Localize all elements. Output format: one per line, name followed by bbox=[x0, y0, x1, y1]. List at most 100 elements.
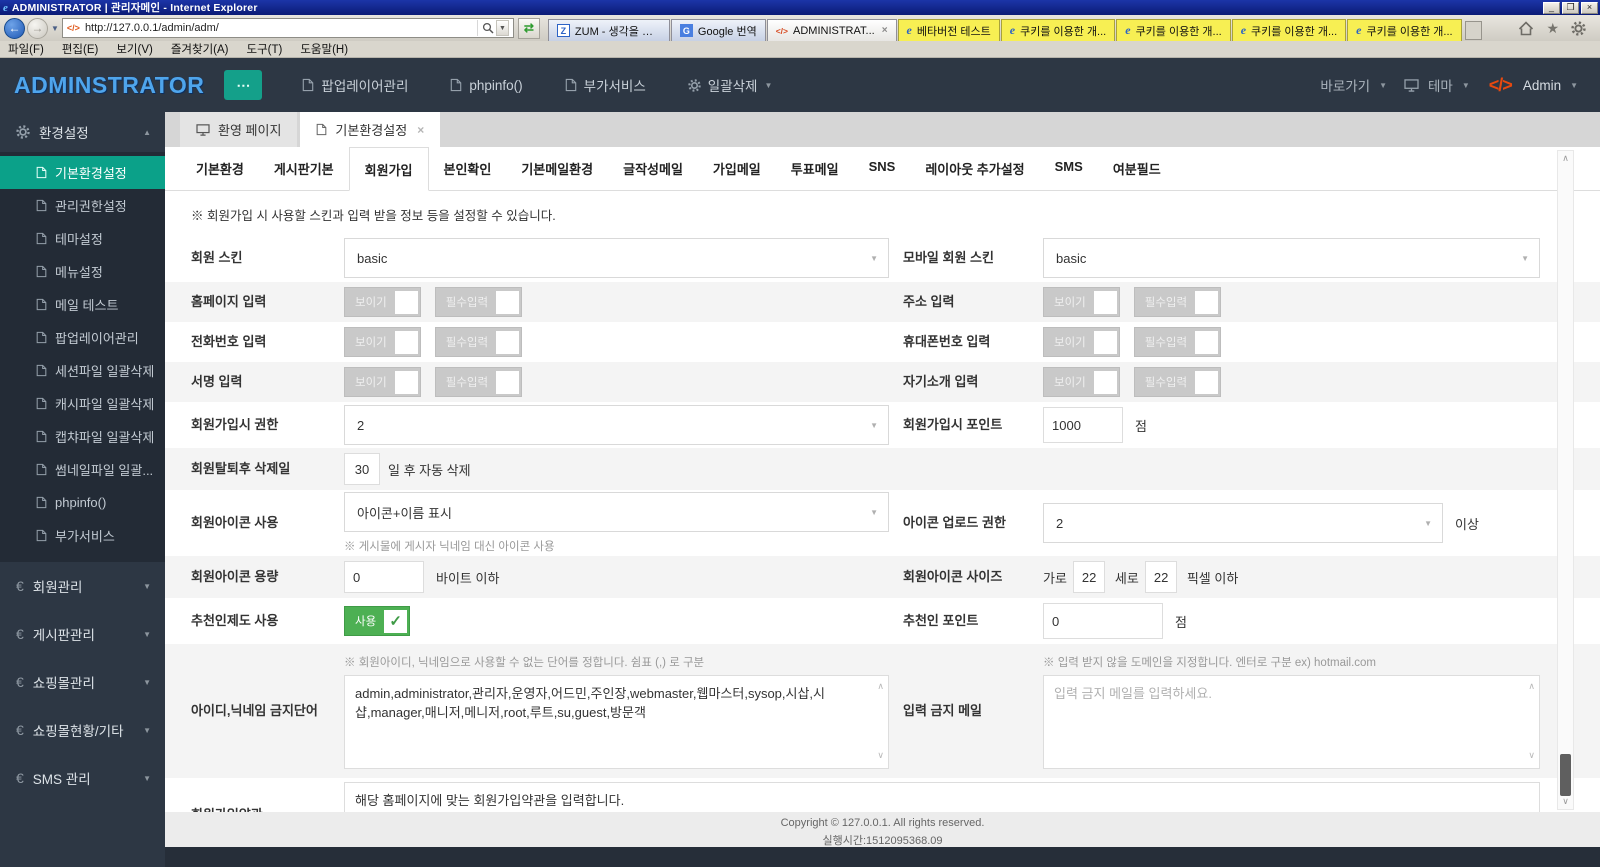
phone-required-toggle[interactable]: 필수입력 bbox=[434, 327, 523, 357]
header-menu-addon-service[interactable]: 부가서비스 bbox=[565, 75, 646, 95]
content-scrollbar[interactable]: ∧ ∨ bbox=[1557, 150, 1574, 810]
subtab-join[interactable]: 회원가입 bbox=[348, 147, 429, 191]
subtab-mail-env[interactable]: 기본메일환경 bbox=[506, 147, 608, 191]
scroll-down-icon[interactable]: ∨ bbox=[1528, 750, 1535, 761]
banned-words-textarea[interactable]: admin,administrator,관리자,운영자,어드민,주인장,webm… bbox=[344, 674, 889, 769]
workspace-tab-welcome[interactable]: 환영 페이지 bbox=[180, 112, 298, 147]
quick-link-menu[interactable]: 바로가기 bbox=[1320, 75, 1370, 95]
homepage-required-toggle[interactable]: 필수입력 bbox=[434, 287, 523, 317]
sidebar-item-cache-delete[interactable]: 캐시파일 일괄삭제 bbox=[0, 387, 165, 420]
scroll-down-icon[interactable]: ∨ bbox=[877, 750, 884, 761]
restore-button[interactable]: ❐ bbox=[1562, 1, 1579, 14]
browser-tab[interactable]: e 베타버전 테스트 bbox=[897, 19, 1000, 41]
menu-edit[interactable]: 편집(E) bbox=[62, 41, 99, 57]
menu-file[interactable]: 파일(F) bbox=[8, 41, 44, 57]
settings-gear-icon[interactable] bbox=[1571, 20, 1586, 36]
sidebar-item-admin-permission[interactable]: 관리권한설정 bbox=[0, 189, 165, 222]
mobile-phone-required-toggle[interactable]: 필수입력 bbox=[1133, 327, 1222, 357]
sidebar-item-phpinfo[interactable]: phpinfo() bbox=[0, 486, 165, 519]
tab-close-icon[interactable]: × bbox=[882, 25, 888, 36]
address-show-toggle[interactable]: 보이기 bbox=[1043, 287, 1120, 317]
menu-favorites[interactable]: 즐겨찾기(A) bbox=[171, 41, 229, 57]
icon-upload-level-select[interactable]: 2 ▼ bbox=[1043, 503, 1443, 543]
refresh-button[interactable]: ⇄ bbox=[517, 17, 540, 39]
subtab-join-mail[interactable]: 가입메일 bbox=[698, 147, 776, 191]
sidebar-item-mail-test[interactable]: 메일 테스트 bbox=[0, 288, 165, 321]
theme-menu[interactable]: 테마 bbox=[1428, 75, 1453, 95]
minimize-button[interactable]: _ bbox=[1543, 1, 1560, 14]
browser-tab[interactable]: e 쿠키를 이용한 개... bbox=[1347, 19, 1462, 41]
sidebar-section-sms[interactable]: € SMS 관리 ▼ bbox=[0, 754, 165, 802]
profile-required-toggle[interactable]: 필수입력 bbox=[1133, 367, 1222, 397]
header-menu-popup-layer[interactable]: 팝업레이어관리 bbox=[302, 75, 408, 95]
subtab-sns[interactable]: SNS bbox=[854, 147, 911, 191]
banned-mail-textarea[interactable] bbox=[1043, 674, 1540, 769]
sidebar-item-session-delete[interactable]: 세션파일 일괄삭제 bbox=[0, 354, 165, 387]
recommend-point-input[interactable] bbox=[1043, 603, 1163, 639]
sidebar-section-shop[interactable]: € 쇼핑몰관리 ▼ bbox=[0, 658, 165, 706]
browser-tab[interactable]: e 쿠키를 이용한 개... bbox=[1000, 19, 1116, 41]
forward-button[interactable]: → bbox=[27, 17, 48, 39]
profile-show-toggle[interactable]: 보이기 bbox=[1043, 367, 1120, 397]
admin-logo[interactable]: ADMINSTRATOR bbox=[14, 72, 204, 99]
join-level-select[interactable]: 2 ▼ bbox=[344, 405, 889, 445]
subtab-layout-extra[interactable]: 레이아웃 추가설정 bbox=[910, 147, 1039, 191]
url-text[interactable]: http://127.0.0.1/admin/adm/ bbox=[85, 22, 472, 34]
sidebar-section-members[interactable]: € 회원관리 ▼ bbox=[0, 562, 165, 610]
sidebar-item-popup-layer[interactable]: 팝업레이어관리 bbox=[0, 321, 165, 354]
scroll-up-icon[interactable]: ∧ bbox=[877, 681, 884, 692]
browser-tab[interactable]: e 쿠키를 이용한 개... bbox=[1231, 19, 1347, 41]
menu-help[interactable]: 도움말(H) bbox=[300, 41, 348, 57]
scroll-up-icon[interactable]: ∧ bbox=[1558, 153, 1573, 164]
sidebar-toggle-button[interactable]: ⋯ bbox=[224, 70, 263, 100]
browser-tab-active[interactable]: </> ADMINISTRAT... × bbox=[766, 19, 897, 41]
subtab-identity[interactable]: 본인확인 bbox=[429, 147, 507, 191]
browser-tab[interactable]: G Google 번역 bbox=[670, 19, 766, 41]
signature-required-toggle[interactable]: 필수입력 bbox=[434, 367, 523, 397]
icon-width-input[interactable] bbox=[1072, 561, 1105, 593]
menu-view[interactable]: 보기(V) bbox=[116, 41, 153, 57]
leave-delete-days-input[interactable] bbox=[344, 453, 380, 485]
address-required-toggle[interactable]: 필수입력 bbox=[1133, 287, 1222, 317]
phone-show-toggle[interactable]: 보이기 bbox=[344, 327, 421, 357]
sidebar-item-addon-service[interactable]: 부가서비스 bbox=[0, 519, 165, 552]
scrollbar-thumb[interactable] bbox=[1560, 754, 1571, 796]
search-icon[interactable] bbox=[482, 22, 494, 34]
tab-close-icon[interactable]: × bbox=[417, 123, 424, 137]
mobile-phone-show-toggle[interactable]: 보이기 bbox=[1043, 327, 1120, 357]
scroll-up-icon[interactable]: ∧ bbox=[1528, 681, 1535, 692]
icon-bytes-input[interactable] bbox=[344, 561, 424, 593]
member-skin-select[interactable]: basic ▼ bbox=[344, 238, 889, 278]
mobile-member-skin-select[interactable]: basic ▼ bbox=[1043, 238, 1540, 278]
menu-tools[interactable]: 도구(T) bbox=[247, 41, 283, 57]
subtab-sms[interactable]: SMS bbox=[1040, 147, 1098, 191]
subtab-board-basic[interactable]: 게시판기본 bbox=[259, 147, 349, 191]
sidebar-item-basic-config[interactable]: 기본환경설정 bbox=[0, 156, 165, 189]
sidebar-item-theme[interactable]: 테마설정 bbox=[0, 222, 165, 255]
join-point-input[interactable] bbox=[1043, 407, 1123, 443]
subtab-extra-field[interactable]: 여분필드 bbox=[1098, 147, 1176, 191]
recommend-use-toggle[interactable]: 사용 ✓ bbox=[344, 606, 411, 636]
admin-account-menu[interactable]: Admin bbox=[1523, 78, 1561, 93]
address-dropdown-icon[interactable]: ▼ bbox=[495, 20, 509, 36]
recent-pages-caret-icon[interactable]: ▼ bbox=[51, 24, 59, 33]
address-bar[interactable]: </> http://127.0.0.1/admin/adm/ ▼ bbox=[61, 18, 514, 38]
sidebar-section-shop-status[interactable]: € 쇼핑몰현황/기타 ▼ bbox=[0, 706, 165, 754]
header-menu-phpinfo[interactable]: phpinfo() bbox=[450, 78, 523, 93]
sidebar-section-config[interactable]: 환경설정 ▲ bbox=[0, 112, 165, 152]
browser-tab[interactable]: e 쿠키를 이용한 개... bbox=[1116, 19, 1231, 41]
icon-height-input[interactable] bbox=[1144, 561, 1177, 593]
sidebar-item-thumbnail-delete[interactable]: 썸네일파일 일괄... bbox=[0, 453, 165, 486]
subtab-vote-mail[interactable]: 투표메일 bbox=[776, 147, 854, 191]
homepage-show-toggle[interactable]: 보이기 bbox=[344, 287, 421, 317]
favorites-star-icon[interactable]: ★ bbox=[1546, 20, 1559, 37]
sidebar-item-menu[interactable]: 메뉴설정 bbox=[0, 255, 165, 288]
subtab-write-mail[interactable]: 글작성메일 bbox=[608, 147, 698, 191]
subtab-basic[interactable]: 기본환경 bbox=[181, 147, 259, 191]
workspace-tab-basic-config[interactable]: 기본환경설정 × bbox=[300, 112, 441, 147]
scroll-down-icon[interactable]: ∨ bbox=[1558, 796, 1573, 807]
member-icon-use-select[interactable]: 아이콘+이름 표시 ▼ bbox=[344, 492, 889, 532]
sidebar-section-boards[interactable]: € 게시판관리 ▼ bbox=[0, 610, 165, 658]
home-icon[interactable] bbox=[1518, 20, 1534, 36]
back-button[interactable]: ← bbox=[4, 17, 25, 39]
